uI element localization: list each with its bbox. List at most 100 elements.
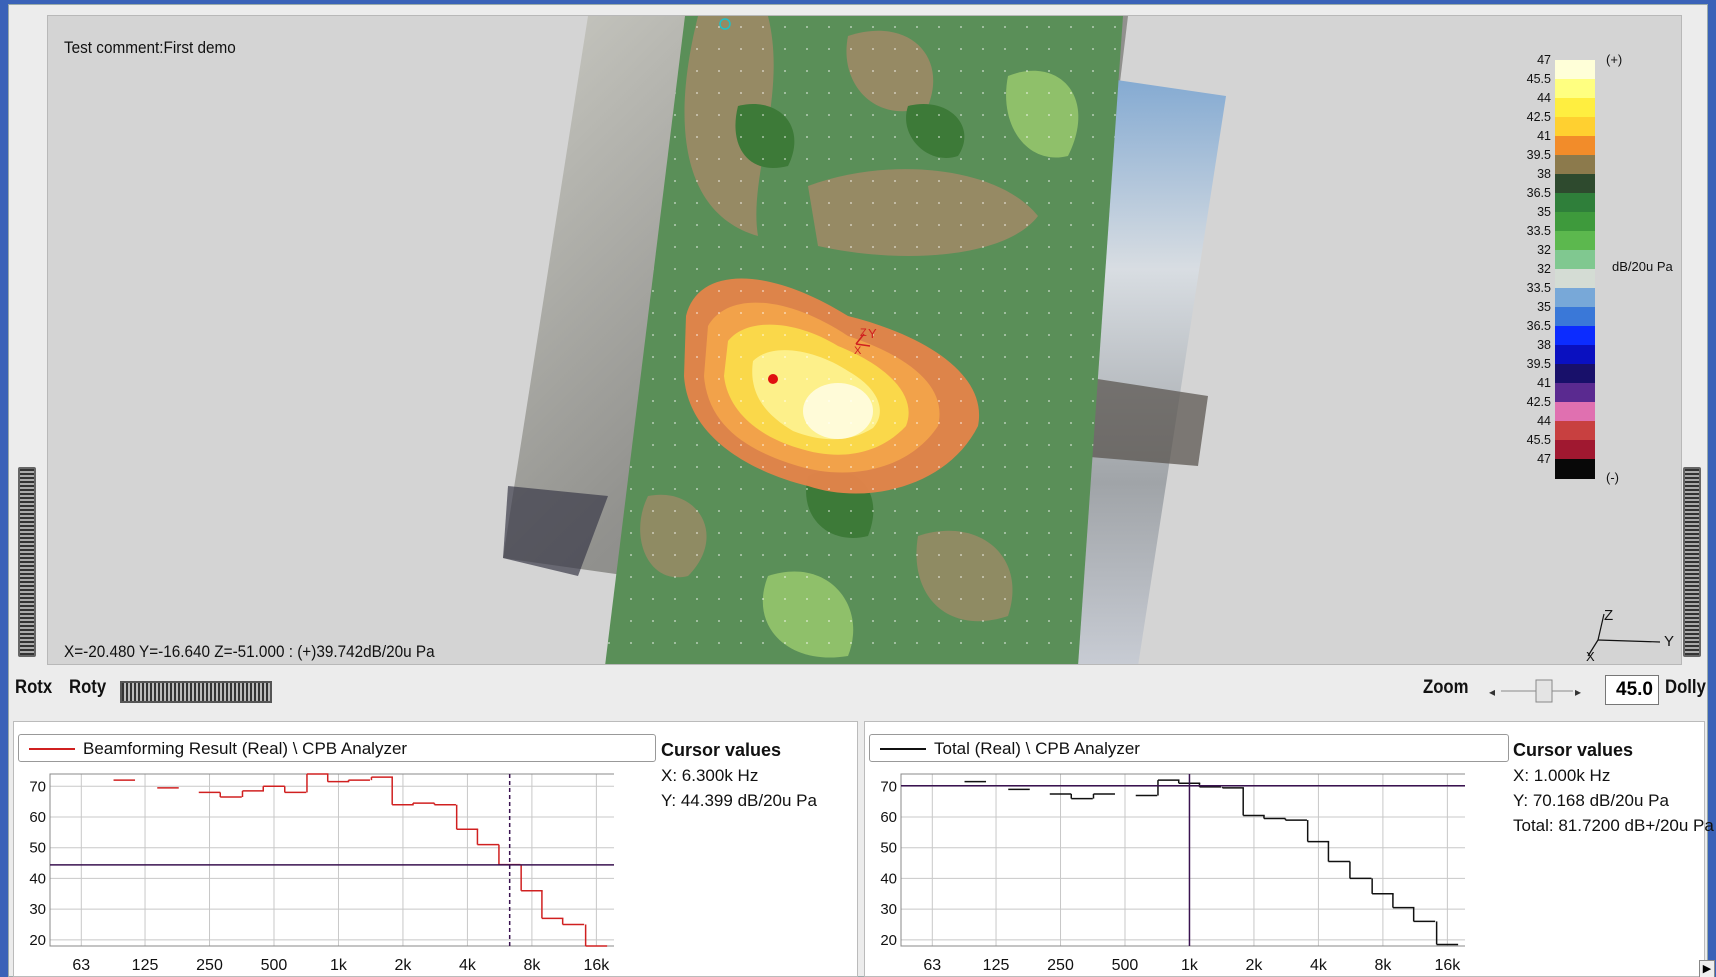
scale-swatch (1555, 79, 1595, 99)
scale-label: 45.5 (1526, 72, 1551, 86)
scale-minus-label: (-) (1606, 470, 1619, 485)
cursor-position-readout: X=-20.480 Y=-16.640 Z=-51.000 : (+)39.74… (64, 642, 435, 661)
left-cursor-values: Cursor values X: 6.300k Hz Y: 44.399 dB/… (661, 738, 817, 813)
y-tick-label: 60 (29, 809, 46, 826)
marker-z-label: Z (860, 327, 867, 339)
y-tick-label: 30 (29, 901, 46, 918)
scale-swatch (1555, 60, 1595, 80)
dolly-label: Dolly (1665, 677, 1706, 698)
roty-wheel[interactable] (120, 681, 272, 703)
total-spectrum-chart[interactable]: 706050403020631252505001k2k4k8k16k[Hz] (865, 766, 1465, 976)
scale-swatch (1555, 212, 1595, 232)
zoom-value-field[interactable]: 45.0 (1605, 675, 1659, 705)
zoom-label: Zoom (1423, 677, 1469, 698)
cursor-y-value: Y: 70.168 dB/20u Pa (1513, 791, 1669, 810)
acoustic-contour-map: Y Z X (503, 16, 1226, 664)
scale-label: 33.5 (1526, 224, 1551, 238)
x-tick-label: 2k (1245, 957, 1263, 974)
x-tick-label: 63 (923, 957, 941, 974)
dolly-wheel[interactable] (1683, 467, 1701, 657)
scale-swatch (1555, 307, 1595, 327)
right-cursor-values: Cursor values X: 1.000k Hz Y: 70.168 dB/… (1513, 738, 1714, 838)
y-tick-label: 30 (880, 901, 897, 918)
x-tick-label: 125 (132, 957, 159, 974)
scale-label: 38 (1537, 167, 1551, 181)
x-tick-label: 4k (1310, 957, 1328, 974)
scale-label: 36.5 (1526, 319, 1551, 333)
scale-label: 35 (1537, 205, 1551, 219)
svg-text:Z: Z (1604, 607, 1613, 624)
zoom-right-arrow-icon: ▸ (1575, 685, 1581, 699)
zoom-slider-thumb (1535, 679, 1553, 703)
scale-label: 45.5 (1526, 433, 1551, 447)
rotx-wheel[interactable] (18, 467, 36, 657)
cursor-x-value: X: 6.300k Hz (661, 766, 759, 785)
test-comment: Test comment:First demo (64, 38, 236, 57)
scale-label: 35 (1537, 300, 1551, 314)
scale-label: 39.5 (1526, 357, 1551, 371)
scale-label: 36.5 (1526, 186, 1551, 200)
x-tick-label: 500 (261, 957, 288, 974)
x-tick-label: 125 (983, 957, 1010, 974)
contour-plane (605, 16, 1123, 664)
x-tick-label: 16k (1434, 957, 1461, 974)
x-tick-label: 250 (196, 957, 223, 974)
scale-swatch (1555, 98, 1595, 118)
scale-swatch (1555, 136, 1595, 156)
total-legend[interactable]: Total (Real) \ CPB Analyzer (869, 734, 1509, 762)
scroll-right-arrow-icon[interactable]: ▶ (1699, 960, 1715, 977)
marker-y-label: Y (868, 326, 877, 341)
plot-frame (49, 773, 614, 947)
x-tick-label: 1k (330, 957, 348, 974)
scale-swatch (1555, 440, 1595, 460)
x-tick-label: 8k (1374, 957, 1392, 974)
scale-swatch (1555, 402, 1595, 422)
scale-label: 42.5 (1526, 110, 1551, 124)
legend-text: Total (Real) \ CPB Analyzer (934, 739, 1140, 758)
y-tick-label: 50 (880, 840, 897, 857)
y-tick-label: 40 (880, 870, 897, 887)
scale-label: 47 (1537, 53, 1551, 67)
cursor-title: Cursor values (1513, 740, 1634, 760)
beamforming-spectrum-chart[interactable]: 706050403020631252505001k2k4k8k16k[Hz] (14, 766, 614, 976)
scale-swatch (1555, 155, 1595, 175)
scale-label: 44 (1537, 91, 1551, 105)
orientation-axes-icon: Z Y X (1586, 607, 1674, 664)
x-tick-label: 2k (394, 957, 412, 974)
legend-swatch (29, 748, 75, 750)
scale-swatch (1555, 250, 1595, 270)
zoom-slider[interactable]: ◂ ▸ (1487, 677, 1587, 705)
cursor-title: Cursor values (661, 740, 782, 760)
y-tick-label: 20 (880, 932, 897, 949)
marker-x-label: X (854, 345, 862, 357)
cursor-total-value: Total: 81.7200 dB+/20u Pa (1513, 816, 1714, 835)
y-tick-label: 40 (29, 870, 46, 887)
x-tick-label: 4k (459, 957, 477, 974)
y-tick-label: 70 (880, 778, 897, 795)
total-chart-panel: Total (Real) \ CPB Analyzer 70 60 50 40 30 20… (864, 721, 1714, 977)
beamforming-legend[interactable]: Beamforming Result (Real) \ CPB Analyzer (18, 734, 656, 762)
scale-swatch (1555, 117, 1595, 137)
scale-label: 42.5 (1526, 395, 1551, 409)
x-tick-label: 8k (523, 957, 541, 974)
zoom-left-arrow-icon: ◂ (1489, 685, 1495, 699)
scale-unit: dB/20u Pa (1612, 259, 1673, 274)
y-tick-label: 20 (29, 932, 46, 949)
acoustic-map-view[interactable]: Y Z X Test comment:First demo X=-20.480 … (47, 15, 1682, 665)
plot-frame (900, 773, 1465, 947)
scale-label: 32 (1537, 262, 1551, 276)
scale-label: 32 (1537, 243, 1551, 257)
scale-label: 41 (1537, 129, 1551, 143)
scale-swatch (1555, 364, 1595, 384)
scale-label: 33.5 (1526, 281, 1551, 295)
scale-label: 44 (1537, 414, 1551, 428)
svg-text:X: X (1586, 649, 1595, 664)
scale-label: 47 (1537, 452, 1551, 466)
scale-label: 41 (1537, 376, 1551, 390)
x-tick-label: 250 (1047, 957, 1074, 974)
scale-swatch (1555, 326, 1595, 346)
scale-swatch (1555, 421, 1595, 441)
cursor-x-value: X: 1.000k Hz (1513, 766, 1611, 785)
scale-label: 38 (1537, 338, 1551, 352)
x-tick-label: 1k (1181, 957, 1199, 974)
